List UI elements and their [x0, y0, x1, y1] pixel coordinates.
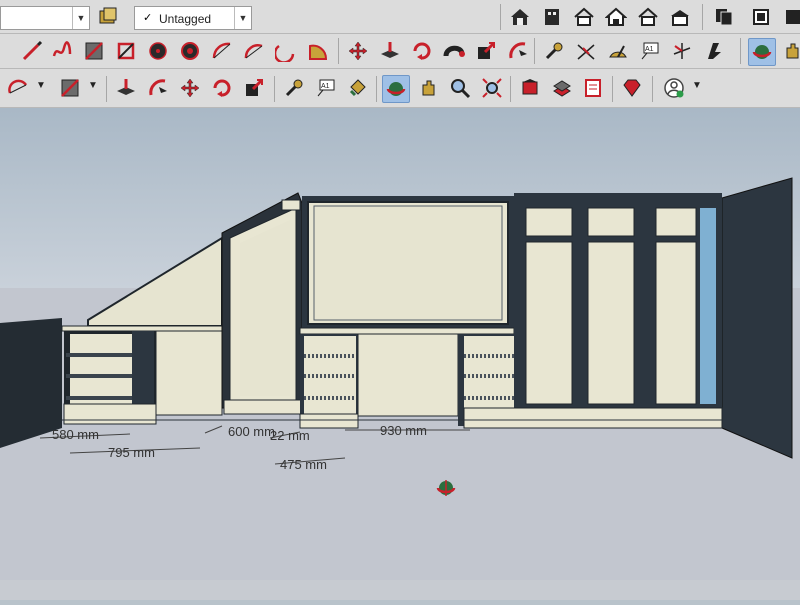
layer-select[interactable]: ✓ Untagged ▼	[134, 6, 252, 30]
rotate-icon[interactable]	[408, 37, 436, 65]
component-icon[interactable]	[538, 3, 566, 31]
profile-icon[interactable]	[660, 74, 688, 102]
sloped-tall-unit	[221, 192, 305, 415]
right-door-panel	[721, 177, 793, 459]
orbit-icon[interactable]	[748, 38, 776, 66]
zoom-extents-icon[interactable]	[478, 74, 506, 102]
dimension-label: 22 mm	[270, 428, 310, 443]
rectangle-icon[interactable]	[80, 37, 108, 65]
pie-icon[interactable]	[304, 37, 332, 65]
scale-icon[interactable]	[472, 37, 500, 65]
toolbar-row-getting-started: ▼ ▼ A1 ▼	[0, 70, 800, 108]
ruby-icon[interactable]	[618, 74, 646, 102]
layout-icon[interactable]	[580, 74, 608, 102]
centre-panel	[299, 196, 520, 429]
push-pull-icon[interactable]	[376, 37, 404, 65]
rectangle-icon[interactable]	[56, 74, 84, 102]
polygon-icon[interactable]	[176, 37, 204, 65]
dimension-label: 795 mm	[108, 445, 155, 460]
orbit-icon[interactable]	[382, 75, 410, 103]
check-icon: ✓	[143, 12, 153, 24]
pan-icon[interactable]	[778, 37, 800, 65]
offset-icon[interactable]	[504, 37, 532, 65]
dimension-label: 475 mm	[280, 457, 327, 472]
extension-warehouse-icon[interactable]	[548, 74, 576, 102]
styles-icon[interactable]	[94, 3, 122, 31]
rotate-icon[interactable]	[208, 74, 236, 102]
axes-icon[interactable]	[668, 37, 696, 65]
follow-me-icon[interactable]	[440, 37, 468, 65]
dimension-label: 580 mm	[52, 427, 99, 442]
style-select[interactable]: ▼	[0, 6, 90, 30]
tape-measure-icon[interactable]	[540, 37, 568, 65]
chevron-down-icon[interactable]: ▼	[36, 80, 46, 91]
protractor-icon[interactable]	[604, 37, 632, 65]
paste-icon[interactable]	[710, 3, 738, 31]
two-point-arc-icon[interactable]	[240, 37, 268, 65]
house-front-icon[interactable]	[634, 3, 662, 31]
line-icon[interactable]	[18, 37, 46, 65]
chevron-down-icon[interactable]: ▼	[72, 7, 89, 29]
house-outline-icon[interactable]	[602, 3, 630, 31]
3d-text-icon[interactable]	[700, 37, 728, 65]
text-icon[interactable]: A1	[312, 74, 340, 102]
dimension-label: 930 mm	[380, 423, 427, 438]
push-pull-icon[interactable]	[112, 74, 140, 102]
layer-select-value: Untagged	[159, 12, 212, 26]
arc-icon[interactable]	[208, 37, 236, 65]
home-icon[interactable]	[570, 3, 598, 31]
text-icon-glyph: A1	[321, 83, 330, 90]
dimension-label: 600 mm	[228, 424, 275, 439]
freehand-icon[interactable]	[48, 37, 76, 65]
arc-icon[interactable]	[4, 74, 32, 102]
three-point-arc-icon[interactable]	[272, 37, 300, 65]
offset-icon[interactable]	[144, 74, 172, 102]
house-icon[interactable]	[506, 3, 534, 31]
toolbar-row-standard: ▼ ✓ Untagged ▼	[0, 0, 800, 34]
scale-icon[interactable]	[240, 74, 268, 102]
chevron-down-icon[interactable]: ▼	[234, 7, 251, 29]
circle-icon[interactable]	[144, 37, 172, 65]
warehouse-icon[interactable]	[516, 74, 544, 102]
chevron-down-icon[interactable]: ▼	[692, 80, 702, 91]
paint-bucket-icon[interactable]	[344, 74, 372, 102]
rotated-rectangle-icon[interactable]	[112, 37, 140, 65]
dimension-icon[interactable]	[572, 37, 600, 65]
toolbar-row-drawing: A1	[0, 34, 800, 69]
text-icon[interactable]: A1	[636, 37, 664, 65]
move-icon[interactable]	[176, 74, 204, 102]
warehouse-icon[interactable]	[666, 3, 694, 31]
move-icon[interactable]	[344, 37, 372, 65]
paint-icon[interactable]	[780, 3, 800, 31]
toolbar-area: ▼ ✓ Untagged ▼ A1 ▼ ▼ A1 ▼	[0, 0, 800, 108]
scenes-icon[interactable]	[748, 3, 776, 31]
tape-measure-icon[interactable]	[280, 74, 308, 102]
zoom-icon[interactable]	[446, 74, 474, 102]
model-viewport[interactable]: 580 mm 795 mm 600 mm 22 mm 475 mm 930 mm	[0, 108, 800, 600]
chevron-down-icon[interactable]: ▼	[88, 80, 98, 91]
pan-icon[interactable]	[414, 74, 442, 102]
text-icon-glyph: A1	[645, 46, 654, 53]
model-canvas: 580 mm 795 mm 600 mm 22 mm 475 mm 930 mm	[0, 108, 800, 600]
